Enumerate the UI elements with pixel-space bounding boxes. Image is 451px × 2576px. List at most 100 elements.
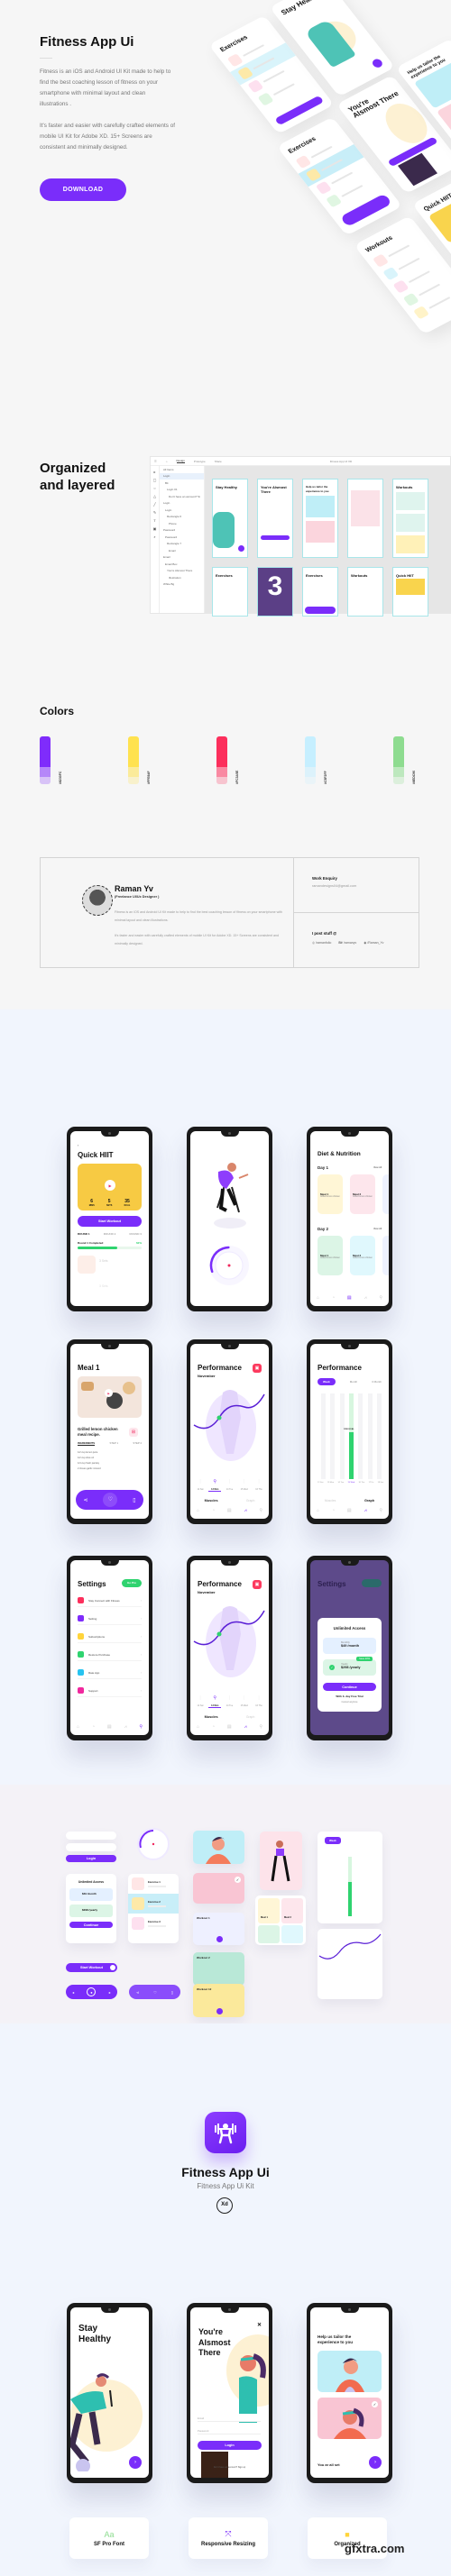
layer-item[interactable]: Rectangle 7: [160, 541, 204, 548]
meal-tile[interactable]: Meal 1 Grilled lemon chicken: [318, 1236, 343, 1275]
day-selector[interactable]: | 16 Thu: [253, 1479, 265, 1492]
continue-button[interactable]: Continue: [69, 1922, 113, 1928]
layer-item[interactable]: Phone: [160, 520, 204, 527]
workout-card[interactable]: Workout 1: [193, 1913, 244, 1945]
text-tool-icon[interactable]: T: [151, 516, 159, 525]
settings-item[interactable]: Rate App ›: [78, 1667, 142, 1679]
download-button[interactable]: DOWNLOAD: [40, 178, 126, 201]
pen-tool-icon[interactable]: ✎: [151, 508, 159, 516]
polygon-tool-icon[interactable]: △: [151, 492, 159, 500]
save-recipe-icon[interactable]: ⊞: [129, 1428, 138, 1437]
layer-item[interactable]: Password: [160, 527, 204, 534]
tab-round-2[interactable]: ROUND 2: [104, 1232, 116, 1236]
day-selector[interactable]: ⚲ 13 Mon: [208, 1695, 222, 1708]
graph-day-label[interactable]: 12 Sat: [318, 1482, 323, 1484]
tab-step-1[interactable]: STEP 1: [109, 1441, 118, 1446]
artboard[interactable]: Workouts: [347, 567, 383, 617]
email-input[interactable]: Email: [198, 2414, 261, 2422]
layer-item[interactable]: Login: [160, 500, 204, 507]
nav-stats-icon[interactable]: ⩘: [244, 1724, 247, 1730]
zoom-tool-icon[interactable]: ⌕: [151, 533, 159, 541]
artboard[interactable]: You're Alsmost There: [257, 479, 293, 558]
artboard[interactable]: 3: [257, 567, 293, 617]
settings-item[interactable]: Restore Purchase ›: [78, 1649, 142, 1661]
nav-diet-icon[interactable]: ▤: [107, 1724, 112, 1730]
nav-timer-icon[interactable]: ◔: [332, 1508, 335, 1513]
trainer-card[interactable]: [260, 1832, 302, 1890]
artboard-tool-icon[interactable]: ▣: [151, 525, 159, 533]
nav-home-icon[interactable]: ⌂: [317, 1508, 319, 1513]
nav-profile-icon[interactable]: ⚲: [379, 1508, 382, 1513]
day-selector[interactable]: | 15 Wed: [238, 1695, 251, 1708]
home-icon[interactable]: ⌂: [166, 460, 168, 463]
meal-tile[interactable]: [258, 1925, 280, 1943]
share-icon[interactable]: ⋖: [83, 1497, 87, 1503]
layer-item[interactable]: Login: [160, 472, 204, 480]
nav-stats-icon[interactable]: ⩘: [244, 1508, 247, 1513]
dribbble-link[interactable]: ◉ /Raman_Yv: [364, 941, 383, 945]
bookmark-icon[interactable]: ▯: [171, 1990, 173, 1995]
layer-item[interactable]: Email Box: [160, 561, 204, 568]
artboard[interactable]: Exercises: [212, 567, 248, 617]
exercise-row[interactable]: Exercise 2: [128, 1894, 179, 1914]
previous-icon[interactable]: ◂: [72, 1990, 74, 1995]
layer-item[interactable]: Illustration: [160, 574, 204, 581]
meal-tile[interactable]: Meal 2 Grilled lemon chicken: [350, 1236, 375, 1275]
layer-item[interactable]: Don't have an account? Si: [160, 493, 204, 500]
toggle-graph[interactable]: Graph: [246, 1499, 254, 1503]
nav-home-icon[interactable]: ⌂: [197, 1508, 199, 1513]
pause-icon[interactable]: ●: [87, 1987, 97, 1996]
nav-stats-icon[interactable]: ⩘: [364, 1508, 367, 1513]
nav-diet-icon[interactable]: ▤: [227, 1508, 232, 1513]
nav-profile-icon[interactable]: ⚲: [139, 1724, 143, 1730]
view-all-link[interactable]: View All: [373, 1166, 382, 1169]
meal-tile[interactable]: Meal 2: [281, 1898, 303, 1923]
play-icon[interactable]: ▶: [105, 1180, 115, 1191]
nav-home-icon[interactable]: ⌂: [197, 1724, 199, 1730]
password-input[interactable]: Password: [66, 1843, 116, 1858]
layer-item[interactable]: White Bg: [160, 581, 204, 589]
artboard[interactable]: Workouts: [392, 479, 428, 558]
meal-tile[interactable]: [382, 1174, 389, 1214]
tab-month[interactable]: Month: [350, 1380, 357, 1384]
nav-diet-icon[interactable]: ▤: [227, 1724, 232, 1730]
layer-item[interactable]: Password: [160, 534, 204, 541]
favorite-icon[interactable]: ♡: [153, 1990, 157, 1995]
graph-day-label[interactable]: 14 Tue: [337, 1482, 344, 1484]
plan-yearly[interactable]: $298 /yearly: [69, 1905, 113, 1917]
layer-item[interactable]: Rectangle 6: [160, 514, 204, 521]
menu-icon[interactable]: ☰: [154, 460, 157, 463]
layer-item[interactable]: Login: [160, 507, 204, 514]
artboard[interactable]: [347, 479, 383, 558]
workout-card[interactable]: Workout 12: [193, 1984, 244, 2017]
rectangle-tool-icon[interactable]: ▢: [151, 476, 159, 484]
settings-item[interactable]: Setting ›: [78, 1612, 142, 1625]
toggle-graph[interactable]: Graph: [364, 1499, 374, 1503]
exercise-row[interactable]: Exercise 3: [128, 1914, 179, 1933]
meal-tile[interactable]: [281, 1925, 303, 1943]
male-option-card[interactable]: [318, 2351, 382, 2392]
tab-design[interactable]: Design: [176, 459, 185, 463]
select-tool-icon[interactable]: ▸: [151, 468, 159, 476]
instagram-link[interactable]: ◎ /ramanfolio: [312, 941, 331, 945]
tab-share[interactable]: Share: [215, 460, 222, 463]
go-pro-button[interactable]: Go Pro: [122, 1579, 142, 1587]
plan-monthly[interactable]: Monthly $49 /month: [323, 1638, 376, 1654]
layer-item[interactable]: Email: [160, 547, 204, 554]
nav-profile-icon[interactable]: ⚲: [259, 1724, 262, 1730]
tab-round-1[interactable]: ROUND 1: [78, 1232, 90, 1236]
graph-day-label[interactable]: 16 Thu: [358, 1482, 364, 1484]
share-icon[interactable]: ⋖: [136, 1990, 139, 1995]
artboard[interactable]: Help us tailor the experience to you: [302, 479, 338, 558]
nav-timer-icon[interactable]: ◔: [332, 1295, 335, 1301]
layer-item[interactable]: Email: [160, 554, 204, 562]
nav-home-icon[interactable]: ⌂: [317, 1295, 319, 1301]
meal-tile[interactable]: [382, 1236, 389, 1275]
toggle-muscles[interactable]: Muscles: [205, 1715, 218, 1719]
day-selector[interactable]: | 16 Thu: [253, 1695, 265, 1708]
tab-step-2[interactable]: STEP 2: [133, 1441, 142, 1446]
nav-timer-icon[interactable]: ◔: [92, 1724, 95, 1730]
next-button[interactable]: ›: [129, 2456, 142, 2469]
meal-tile[interactable]: Meal 2 Grilled lemon chicken: [350, 1174, 375, 1214]
female-option-card[interactable]: ✓: [318, 2398, 382, 2439]
